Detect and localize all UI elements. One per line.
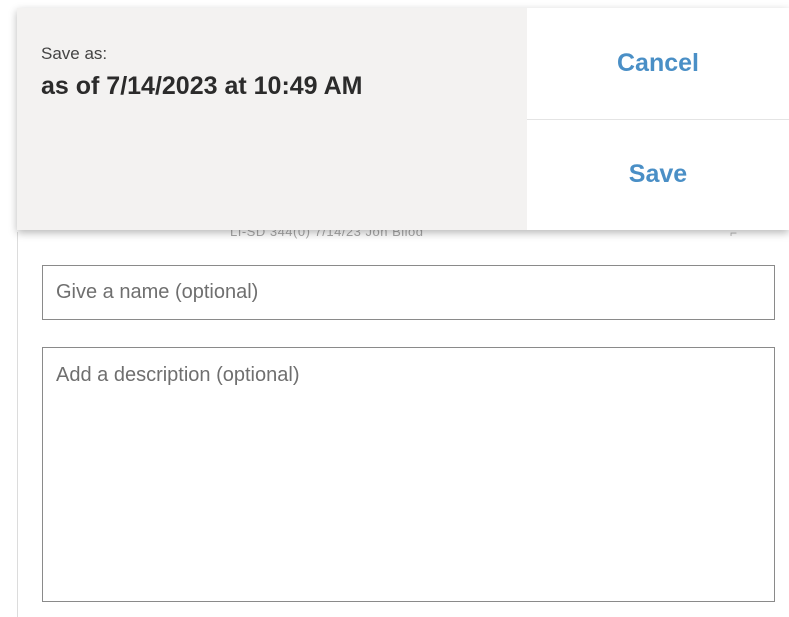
save-as-dialog: Save as: as of 7/14/2023 at 10:49 AM Can… (17, 8, 789, 230)
save-as-value: as of 7/14/2023 at 10:49 AM (41, 72, 363, 100)
description-input[interactable] (42, 347, 775, 602)
save-as-info: Save as: as of 7/14/2023 at 10:49 AM (17, 8, 527, 230)
cancel-button[interactable]: Cancel (527, 8, 789, 120)
save-as-label: Save as: (41, 44, 108, 63)
save-button[interactable]: Save (527, 119, 789, 230)
dialog-actions: Cancel Save (527, 8, 789, 230)
save-view-page: ‾ ‾ LI-SD 344(0) 7/14/23 Jon Bilod ⌐ ‾ S… (0, 0, 789, 617)
name-input[interactable] (42, 265, 775, 320)
